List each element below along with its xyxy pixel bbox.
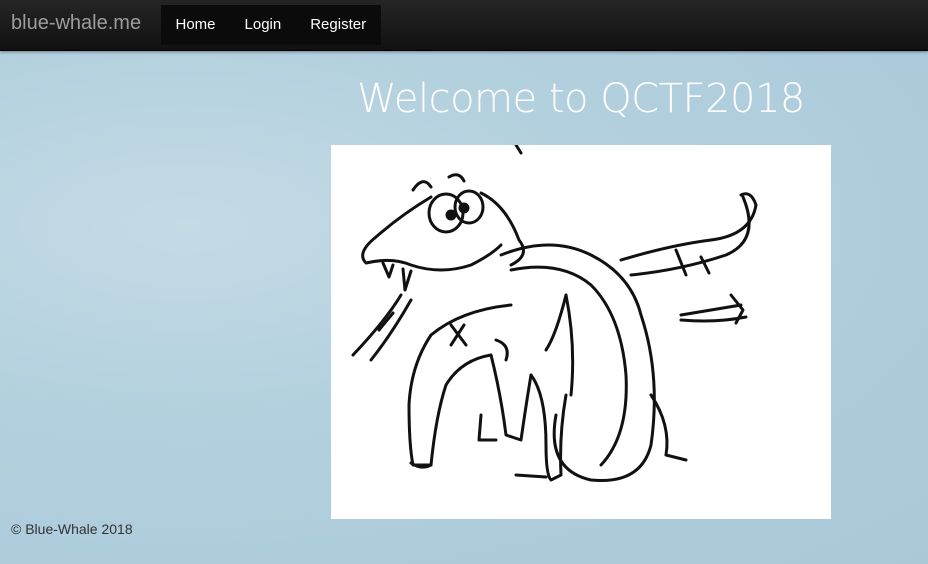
page-title: Welcome to QCTF2018 [357,76,805,122]
brand-link[interactable]: blue-whale.me [11,12,141,35]
hero-image [331,143,831,519]
nav-register-link[interactable]: Register [296,5,381,45]
footer-copyright: © Blue-Whale 2018 [11,521,133,537]
navbar: blue-whale.me Home Login Register [0,0,928,51]
nav-login-link[interactable]: Login [230,5,296,45]
nav-home-link[interactable]: Home [161,5,230,45]
snake-elephant-drawing [351,143,758,483]
nav-menu: Home Login Register [161,5,381,45]
